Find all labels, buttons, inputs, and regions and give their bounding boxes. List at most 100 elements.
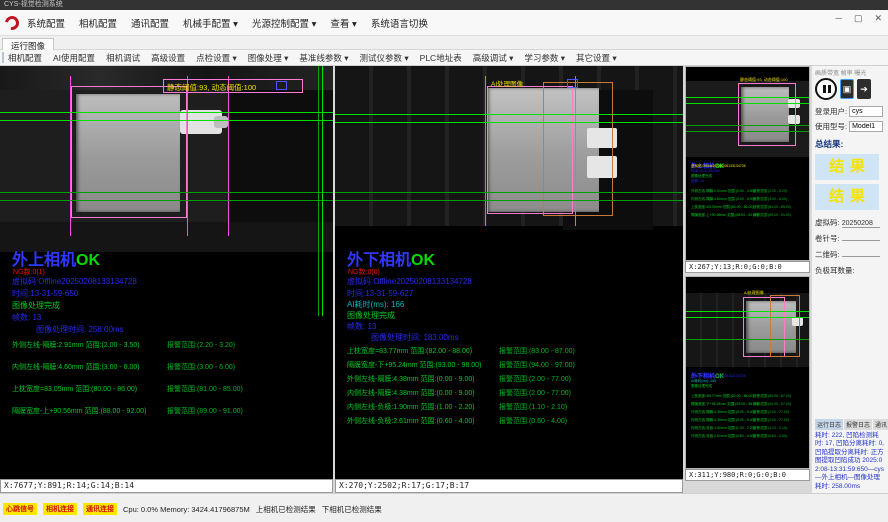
left-barcode: 虚拟码:Offline20250208133134728 (12, 276, 137, 287)
camera-status-badge: 相机连接 (43, 503, 77, 515)
main-area: 静态阈值:93, 动态阈值:100 外上相机OK NG数:0(1) 虚拟码:Of… (0, 66, 888, 493)
mid-ai-time: AI耗时(ms): 166 (347, 299, 404, 310)
maximize-icon[interactable]: ▢ (854, 12, 863, 24)
roi-box (487, 86, 573, 214)
status-bar: 心跳信号 相机连接 通讯连接 Cpu: 0.0% Memory: 3424.41… (0, 493, 888, 522)
thumb-b-coords: X:311;Y:980;R:0;G:0;B:0 (685, 469, 810, 481)
menu-camera-config[interactable]: 相机配置 (79, 16, 117, 30)
measurement-row: 外侧左线-隔膜:2.91mm 范围:(2.00 - 3.50) 报警范围:(2.… (12, 340, 329, 352)
mid-process-done: 图像处理完成 (347, 310, 395, 321)
left-process-done: 图像处理完成 (12, 300, 60, 311)
sidebar-buttons: ▣ ➔ (815, 78, 885, 100)
mid-time: 时间:13-31-59-627 (347, 288, 413, 299)
left-camera-image: 静态阈值:93, 动态阈值:100 外上相机OK NG数:0(1) 虚拟码:Of… (0, 66, 333, 479)
virtual-code-value: 20250208 (842, 220, 880, 228)
threshold-label: 静态阈值:93, 动态阈值:100 (167, 82, 256, 93)
measurement-row: 内侧左线-隔膜:4.60mm 范围:(3.00 - 6.00) 报警范围:(3.… (12, 362, 329, 374)
thumbnail-view-b[interactable]: AI处理图像 外下相机OK 虚拟码:Offline202502081331347… (685, 276, 810, 469)
mid-camera-image: AI处理图像 外下相机OK NG数:0(0) 虚拟码:Offline202502… (335, 66, 683, 479)
tab-count-label: 负极耳数量: (815, 266, 855, 275)
tool-other-settings[interactable]: 其它设置 ▾ (576, 52, 617, 64)
tool-image-processing[interactable]: 图像处理 ▾ (248, 52, 289, 64)
marker-box (276, 81, 287, 90)
qr-code-field: 二维码: (815, 249, 885, 260)
mid-camera-result: OK (411, 252, 435, 269)
qr-code-value (842, 256, 880, 257)
tool-camera-config[interactable]: 相机配置 (8, 52, 42, 64)
total-result-label: 总结果: (815, 138, 885, 150)
qr-code-label: 二维码: (815, 250, 840, 259)
app-logo-icon (2, 13, 21, 32)
left-frame-count: 帧数: 13 (12, 312, 41, 323)
mid-coords-bar: X:270;Y:2502;R:17;G:17;B:17 (335, 479, 683, 493)
tool-plc-address[interactable]: PLC地址表 (420, 52, 462, 64)
measurement-row: 内侧左线-负极:1.90mm 范围:(1.00 - 2.20) 报警范围:(1.… (347, 402, 679, 414)
menu-light-config[interactable]: 光源控制配置 ▾ (252, 16, 316, 30)
tool-advanced-debug[interactable]: 高级调试 ▾ (473, 52, 514, 64)
needle-number-label: 卷针号: (815, 234, 840, 243)
measurement-row: 上枕宽度=83.05mm 范围:(80.00 - 86.00) 报警范围:(81… (12, 384, 329, 396)
marker-box (567, 79, 578, 88)
model-field: 使用型号: (815, 121, 885, 132)
result-indicator-upper: 结果 (815, 154, 879, 180)
tab-alarm-log[interactable]: 报警日志 (844, 419, 872, 430)
tab-strip: 运行图像 (0, 36, 888, 50)
camera-icon: ▣ (843, 84, 852, 95)
menu-comm-config[interactable]: 通讯配置 (131, 16, 169, 30)
needle-number-field: 卷针号: (815, 233, 885, 244)
tab-run-log[interactable]: 运行日志 (815, 419, 843, 430)
app-window: CYS-视觉检测系统 系统配置 相机配置 通讯配置 机械手配置 ▾ 光源控制配置… (0, 0, 888, 522)
left-process-time: 图像处理时间: 258.00ms (36, 324, 124, 335)
virtual-code-label: 虚拟码: (815, 218, 840, 227)
menu-system-config[interactable]: 系统配置 (27, 16, 65, 30)
login-user-input[interactable] (849, 106, 883, 117)
tool-tester-params[interactable]: 测试仪参数 ▾ (360, 52, 409, 64)
menu-language-switch[interactable]: 系统语言切换 (371, 16, 428, 30)
heartbeat-status-badge: 心跳信号 (3, 503, 37, 515)
tool-baseline-params[interactable]: 基准线参数 ▾ (299, 52, 348, 64)
camera-capture-button[interactable]: ▣ (840, 79, 854, 99)
log-text[interactable]: 耗时: 222, 凹陷检测耗时: 17, 凹陷分离耗时: 0, 凹陷提取分离耗时… (815, 432, 885, 492)
title-bar: CYS-视觉检测系统 (0, 0, 888, 10)
left-camera-result: OK (76, 252, 100, 269)
left-coords-bar: X:7677;Y:891;R:14;G:14;B:14 (0, 479, 333, 493)
tool-advanced-settings[interactable]: 高级设置 (151, 52, 185, 64)
exit-icon: ➔ (860, 84, 868, 95)
tool-camera-debug[interactable]: 相机调试 (106, 52, 140, 64)
mid-barcode: 虚拟码:Offline20250208133134728 (347, 276, 472, 287)
log-tabs: 运行日志 报警日志 通讯日志 (815, 419, 885, 430)
mid-frame-count: 帧数: 13 (347, 321, 376, 332)
thumb-a-coords: X:267;Y:13;R:0;G:0;B:0 (685, 261, 810, 273)
model-input[interactable] (849, 121, 883, 132)
camera-view-outer-lower[interactable]: AI处理图像 外下相机OK NG数:0(0) 虚拟码:Offline202502… (335, 66, 683, 493)
virtual-code-field: 虚拟码: 20250208 (815, 217, 885, 228)
toolbar: 相机配置 AI使用配置 相机调试 高级设置 点检设置 ▾ 图像处理 ▾ 基准线参… (0, 50, 888, 66)
model-label: 使用型号: (815, 121, 847, 132)
menu-view[interactable]: 查看 ▾ (330, 16, 356, 30)
menu-robot-config[interactable]: 机械手配置 ▾ (183, 16, 238, 30)
minimize-icon[interactable]: ─ (836, 12, 842, 24)
roi-box (71, 86, 187, 218)
mid-process-time: 图像处理时间: 183.00ms (371, 332, 459, 343)
measurement-row: 隔膜宽度-上+90.56mm 范围:(88.00 - 92.00) 报警范围:(… (12, 406, 329, 418)
lower-camera-status: 下相机已检测结果 (322, 504, 382, 515)
tab-comm-log[interactable]: 通讯日志 (873, 419, 888, 430)
left-time: 时间:13-31-59-650 (12, 288, 78, 299)
window-title: CYS-视觉检测系统 (4, 1, 63, 8)
tab-count-field: 负极耳数量: (815, 265, 885, 276)
login-user-field: 登录用户: (815, 106, 885, 117)
camera-view-outer-upper[interactable]: 静态阈值:93, 动态阈值:100 外上相机OK NG数:0(1) 虚拟码:Of… (0, 66, 333, 493)
measurement-row: 上枕宽度=83.77mm 范围:(82.00 - 88.00) 报警范围:(83… (347, 346, 679, 358)
close-icon[interactable]: ✕ (874, 12, 882, 24)
tool-ai-config[interactable]: AI使用配置 (53, 52, 95, 64)
measurement-row: 隔膜宽度-下+95.24mm 范围:(93.00 - 98.00) 报警范围:(… (347, 360, 679, 372)
tool-learning-params[interactable]: 学习参数 ▾ (524, 52, 565, 64)
pause-button[interactable] (815, 78, 837, 100)
comm-status-badge: 通讯连接 (83, 503, 117, 515)
sidebar-top-info: 画质带宽 帧率 曝光 (815, 68, 885, 76)
needle-number-value (842, 240, 880, 241)
exit-button[interactable]: ➔ (857, 79, 871, 99)
window-controls: ─ ▢ ✕ (836, 12, 882, 24)
thumbnail-view-a[interactable]: 静态阈值:93, 动态阈值:100 外上相机OK 虚拟码:Offline2025… (685, 66, 810, 261)
tool-spot-check[interactable]: 点检设置 ▾ (196, 52, 237, 64)
